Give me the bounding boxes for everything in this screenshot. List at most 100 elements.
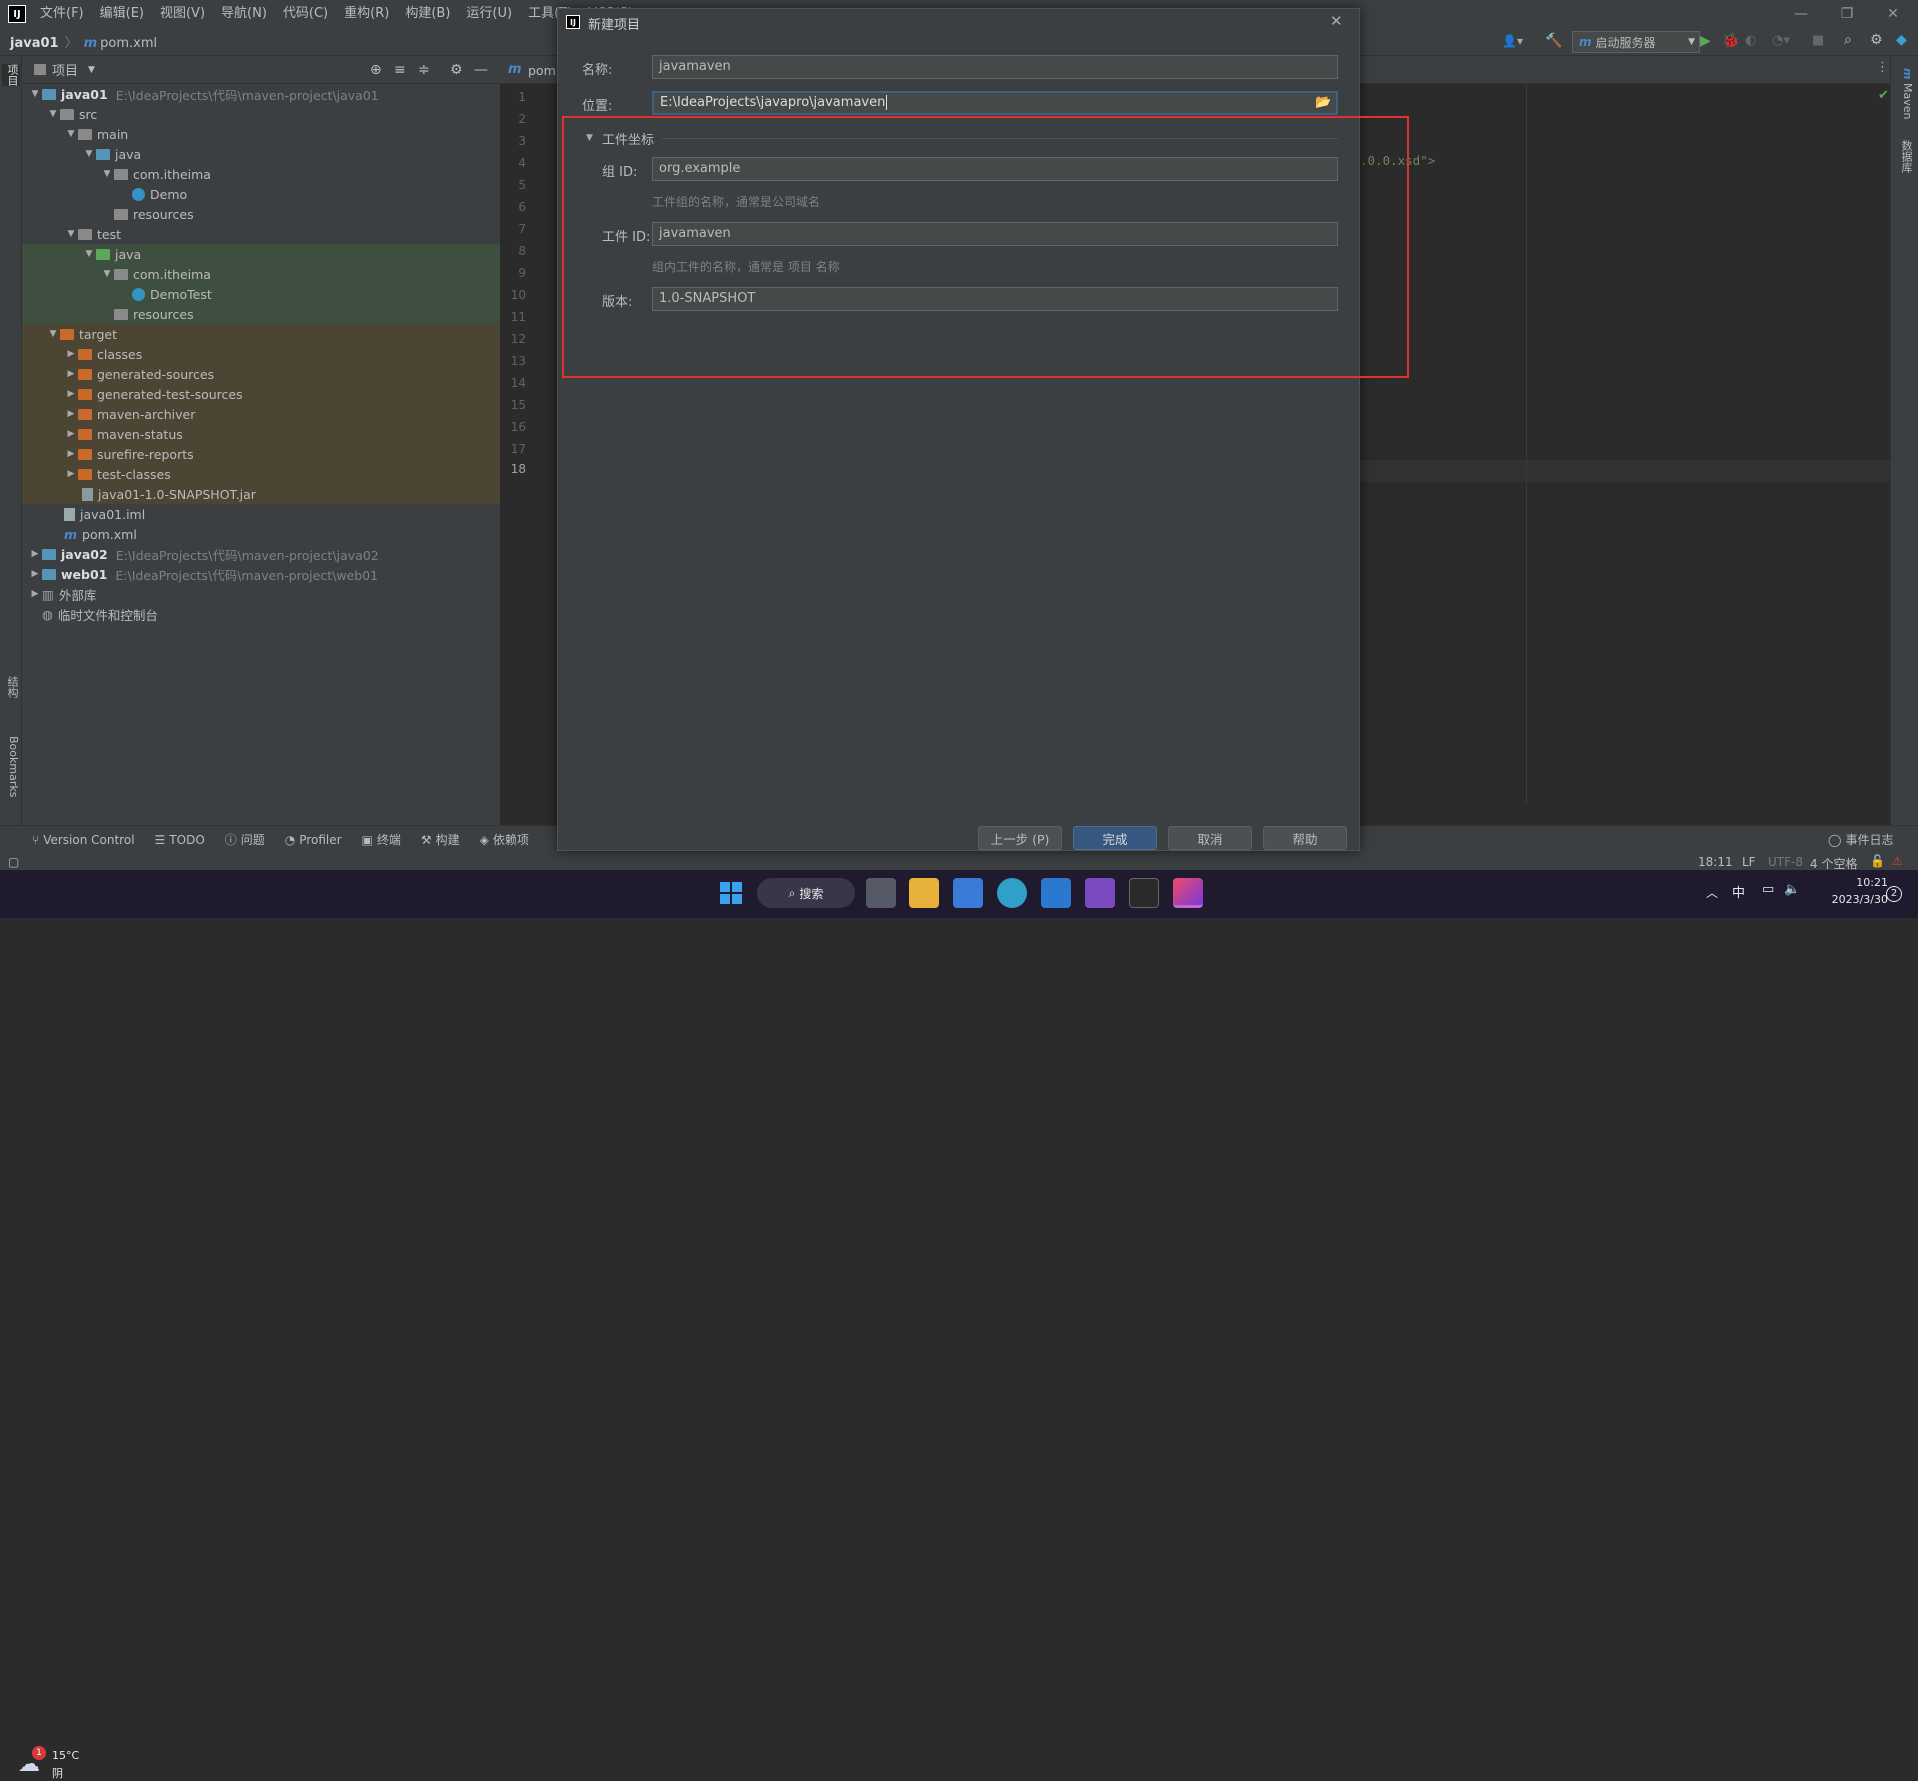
tree-item-main-java[interactable]: ▼ java (22, 144, 500, 164)
tree-item-scratches[interactable]: ◍ 临时文件和控制台 (22, 604, 500, 624)
debug-icon[interactable]: 🐞 (1722, 33, 1739, 49)
stop-icon[interactable]: ■ (1812, 33, 1824, 48)
weather-temp[interactable]: 15°C (52, 1749, 79, 1762)
vscode-icon[interactable] (1041, 878, 1071, 908)
profile-icon[interactable]: ◔▾ (1772, 33, 1790, 48)
browse-folder-icon[interactable]: 📂 (1315, 95, 1331, 110)
dependencies-tab[interactable]: ◈ 依赖项 (470, 831, 539, 848)
tree-item-external-libs[interactable]: ▶ ▥ 外部库 (22, 584, 500, 604)
tree-item-test-java[interactable]: ▼ java (22, 244, 500, 264)
plugin-icon[interactable]: ◆ (1896, 32, 1907, 48)
store-icon[interactable] (953, 878, 983, 908)
run-config-select[interactable]: m 启动服务器 ▼ (1572, 31, 1700, 53)
file-explorer-icon[interactable] (909, 878, 939, 908)
expand-chevron-icon[interactable]: ▼ (82, 149, 96, 159)
collapse-all-icon[interactable]: ≑ (418, 62, 430, 78)
close-window-icon[interactable]: ✕ (1870, 0, 1916, 28)
view-dropdown-chevron-icon[interactable]: ▼ (88, 65, 95, 75)
tree-item-iml[interactable]: java01.iml (22, 504, 500, 524)
menu-view[interactable]: 视图(V) (152, 0, 213, 28)
project-tool-tab[interactable]: 项目 (2, 64, 20, 86)
previous-button[interactable]: 上一步 (P) (978, 826, 1062, 850)
tree-item-web01[interactable]: ▶ web01 E:\IdeaProjects\代码\maven-project\w… (22, 564, 500, 584)
terminal-app-icon[interactable] (1129, 878, 1159, 908)
terminal-tab[interactable]: ▣ 终端 (352, 831, 411, 848)
expand-chevron-icon[interactable]: ▼ (100, 269, 114, 279)
collapse-chevron-icon[interactable]: ▶ (64, 409, 78, 419)
menu-edit[interactable]: 编辑(E) (92, 0, 152, 28)
locate-icon[interactable]: ⊕ (370, 62, 382, 78)
file-encoding[interactable]: UTF-8 (1768, 855, 1803, 869)
intellij-app-icon[interactable] (1173, 878, 1203, 908)
collapse-chevron-icon[interactable]: ▶ (28, 549, 42, 559)
ime-indicator[interactable]: 中 (1732, 882, 1745, 901)
expand-chevron-icon[interactable]: ▼ (100, 169, 114, 179)
editor-tab-pom[interactable]: pom (528, 63, 556, 78)
tree-item-main-resources[interactable]: resources (22, 204, 500, 224)
expand-chevron-icon[interactable]: ▼ (64, 129, 78, 139)
tree-item-test-resources[interactable]: resources (22, 304, 500, 324)
volume-icon[interactable]: 🔈 (1784, 882, 1800, 897)
weather-desc[interactable]: 阴 (52, 1765, 63, 1781)
tree-item-classes[interactable]: ▶ classes (22, 344, 500, 364)
database-tool-tab[interactable]: 数据库 (1896, 140, 1914, 173)
tree-item-pom[interactable]: m pom.xml (22, 524, 500, 544)
toggle-tool-windows-icon[interactable]: ▢ (8, 855, 19, 869)
expand-chevron-icon[interactable]: ▼ (28, 89, 42, 99)
tree-item-jar[interactable]: java01-1.0-SNAPSHOT.jar (22, 484, 500, 504)
inspection-ok-icon[interactable]: ✔ (1878, 88, 1889, 103)
tree-item-java01[interactable]: ▼ java01 E:\IdeaProjects\代码\maven-project\… (22, 84, 500, 104)
collapse-chevron-icon[interactable]: ▶ (64, 449, 78, 459)
tree-item-package[interactable]: ▼ com.itheima (22, 164, 500, 184)
collapse-chevron-icon[interactable]: ▶ (28, 589, 42, 599)
structure-tool-tab[interactable]: 结构 (2, 676, 20, 698)
collapse-chevron-icon[interactable]: ▶ (64, 389, 78, 399)
collapse-chevron-icon[interactable]: ▶ (64, 349, 78, 359)
version-control-tab[interactable]: ⑂ Version Control (22, 833, 145, 847)
search-icon[interactable]: ⌕ (1844, 32, 1852, 48)
clock-time[interactable]: 10:21 (1828, 876, 1888, 889)
hide-panel-icon[interactable]: — (474, 62, 488, 78)
expand-chevron-icon[interactable]: ▼ (46, 109, 60, 119)
network-icon[interactable]: ▭ (1762, 882, 1774, 897)
tree-item-maven-status[interactable]: ▶ maven-status (22, 424, 500, 444)
lock-icon[interactable]: 🔓 (1870, 854, 1885, 868)
menu-code[interactable]: 代码(C) (275, 0, 336, 28)
user-icon[interactable]: 👤▾ (1502, 34, 1523, 48)
edge-browser-icon[interactable] (997, 878, 1027, 908)
error-notification-icon[interactable]: ⚠ (1892, 854, 1903, 868)
tree-item-test-classes[interactable]: ▶ test-classes (22, 464, 500, 484)
menu-refactor[interactable]: 重构(R) (336, 0, 397, 28)
todo-tab[interactable]: ☰ TODO (145, 833, 215, 847)
collapse-chevron-icon[interactable]: ▶ (28, 569, 42, 579)
menu-file[interactable]: 文件(F) (32, 0, 92, 28)
tree-item-main[interactable]: ▼ main (22, 124, 500, 144)
build-hammer-icon[interactable]: 🔨 (1545, 33, 1562, 49)
line-separator[interactable]: LF (1742, 855, 1756, 869)
finish-button[interactable]: 完成 (1073, 826, 1157, 850)
run-icon[interactable]: ▶ (1700, 33, 1711, 49)
menu-run[interactable]: 运行(U) (458, 0, 520, 28)
name-input[interactable]: javamaven (652, 55, 1338, 79)
menu-navigate[interactable]: 导航(N) (213, 0, 275, 28)
restore-icon[interactable]: ❐ (1824, 0, 1870, 28)
expand-chevron-icon[interactable]: ▼ (46, 329, 60, 339)
tree-item-surefire-reports[interactable]: ▶ surefire-reports (22, 444, 500, 464)
tree-item-test[interactable]: ▼ test (22, 224, 500, 244)
tree-item-java02[interactable]: ▶ java02 E:\IdeaProjects\代码\maven-project\… (22, 544, 500, 564)
expand-chevron-icon[interactable]: ▼ (82, 249, 96, 259)
tree-item-demo[interactable]: Demo (22, 184, 500, 204)
minimize-icon[interactable]: — (1778, 0, 1824, 28)
tree-item-test-package[interactable]: ▼ com.itheima (22, 264, 500, 284)
project-panel-title[interactable]: 项目 (52, 60, 78, 79)
expand-chevron-icon[interactable]: ▼ (64, 229, 78, 239)
build-tab[interactable]: ⚒ 构建 (411, 831, 470, 848)
breadcrumb-file[interactable]: pom.xml (100, 36, 157, 51)
tree-item-demotest[interactable]: DemoTest (22, 284, 500, 304)
bookmarks-tool-tab[interactable]: Bookmarks (2, 736, 20, 797)
tree-item-maven-archiver[interactable]: ▶ maven-archiver (22, 404, 500, 424)
task-view-icon[interactable] (866, 878, 896, 908)
help-button[interactable]: 帮助 (1263, 826, 1347, 850)
problems-tab[interactable]: ⓘ 问题 (215, 831, 275, 848)
event-log-tab[interactable]: ◯ 事件日志 (1818, 831, 1903, 848)
